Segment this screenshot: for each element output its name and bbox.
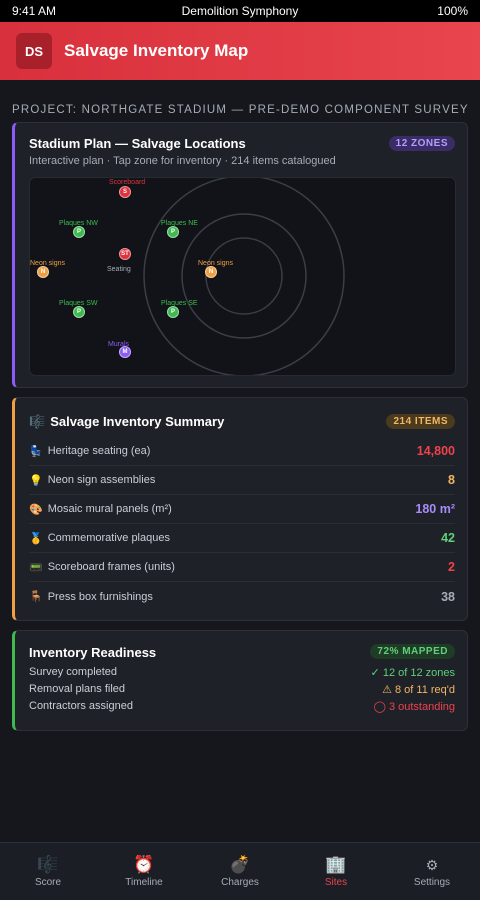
zone-label-plaques-nw: Plaques NW [59,220,98,227]
zone-marker-plaques-nw[interactable]: P [73,226,85,238]
zone-label-murals: Murals [108,341,130,348]
zone-marker-seating[interactable]: ST [119,248,131,260]
inventory-row-value: 8 [448,473,455,487]
inventory-row-label: Commemorative plaques [47,532,170,544]
palette-icon: 🎨 [29,503,43,516]
inventory-readiness-card: Inventory Readiness 72% MAPPED Survey co… [12,630,468,731]
inventory-summary-title: Salvage Inventory Summary [50,414,225,429]
stadium-map[interactable]: S Scoreboard P Plaques NW P Plaques NE S… [29,177,456,376]
zone-label-neon-west: Neon signs [30,260,66,267]
inventory-readiness-title: Inventory Readiness [29,645,157,660]
tab-charges[interactable]: 💣 Charges [192,843,288,900]
status-time: 9:41 AM [12,4,57,18]
items-badge: 214 ITEMS [386,414,455,429]
tab-settings[interactable]: ⚙ Settings [384,843,480,900]
status-app-title: Demolition Symphony [181,4,299,18]
bottom-tab-bar: 🎼 Score ⏰ Timeline 💣 Charges 🏢 Sites ⚙ S… [0,842,480,900]
inventory-row-value: 14,800 [416,444,455,458]
building-icon: 🏢 [325,854,347,874]
readiness-value: ◯ 3 outstanding [373,701,455,713]
zone-marker-neon-west[interactable]: N [37,266,49,278]
inventory-row-label: Heritage seating (ea) [47,445,151,457]
inventory-row-seating[interactable]: 💺 Heritage seating (ea) 14,800 [29,437,455,466]
app-header: DS Salvage Inventory Map [0,22,480,80]
inventory-row-label: Mosaic mural panels (m²) [47,503,172,515]
inventory-row-value: 180 m² [415,502,455,516]
seat-icon: 💺 [29,445,43,458]
tab-score[interactable]: 🎼 Score [0,843,96,900]
readiness-row-removal: Removal plans filed ⚠ 8 of 11 req'd [29,683,455,696]
zone-label-plaques-se: Plaques SE [161,300,198,307]
tab-timeline[interactable]: ⏰ Timeline [96,843,192,900]
zone-label-plaques-ne: Plaques NE [161,220,198,227]
inventory-row-value: 38 [441,589,455,604]
inventory-row-neon[interactable]: 💡 Neon sign assemblies 8 [29,466,455,495]
page-title: Salvage Inventory Map [64,41,249,60]
stadium-plan-card: Stadium Plan — Salvage Locations 12 ZONE… [12,122,468,388]
stadium-rings [143,178,345,375]
inventory-row-label: Neon sign assemblies [47,474,156,486]
pager-icon: 📟 [29,561,43,574]
inventory-row-label: Press box furnishings [47,590,153,603]
tab-label: Timeline [125,876,163,888]
medal-icon: 🥇 [29,532,43,545]
tab-label: Settings [413,876,451,888]
tab-label: Charges [221,876,259,888]
stadium-plan-subtitle: Interactive plan · Tap zone for inventor… [29,155,336,167]
readiness-value: ⚠ 8 of 11 req'd [382,684,455,696]
music-score-icon: 🎼 [29,414,46,429]
readiness-row-contractors: Contractors assigned ◯ 3 outstanding [29,700,455,713]
inventory-summary-card: 🎼 Salvage Inventory Summary 214 ITEMS 💺 H… [12,397,468,621]
inventory-row-scoreboard[interactable]: 📟 Scoreboard frames (units) 2 [29,553,455,582]
zone-label-seating: Seating [107,266,131,273]
stadium-plan-title: Stadium Plan — Salvage Locations [29,136,246,151]
readiness-row-survey: Survey completed ✓ 12 of 12 zones [29,666,455,679]
inventory-row-value: 2 [448,560,455,574]
zone-marker-plaques-sw[interactable]: P [73,306,85,318]
zone-marker-neon-east[interactable]: N [205,266,217,278]
readiness-label: Contractors assigned [29,700,133,712]
zone-label-scoreboard: Scoreboard [109,179,146,186]
zones-badge: 12 ZONES [388,136,455,151]
status-bar: 9:41 AM Demolition Symphony 100% [0,0,480,22]
inventory-row-press-box[interactable]: 🪑 Press box furnishings 38 [29,582,455,611]
inventory-row-label: Scoreboard frames (units) [47,561,175,573]
inventory-summary-header: 🎼 Salvage Inventory Summary [29,414,224,430]
readiness-label: Removal plans filed [29,683,125,695]
bomb-icon: 💣 [229,854,251,874]
lightbulb-icon: 💡 [29,474,43,487]
zone-label-plaques-sw: Plaques SW [59,300,98,307]
inventory-row-plaques[interactable]: 🥇 Commemorative plaques 42 [29,524,455,553]
inventory-row-murals[interactable]: 🎨 Mosaic mural panels (m²) 180 m² [29,495,455,524]
inventory-row-value: 42 [441,531,455,545]
alarm-clock-icon: ⏰ [133,854,155,874]
status-battery: 100% [437,4,468,18]
tab-sites[interactable]: 🏢 Sites [288,843,384,900]
tab-label: Sites [324,876,348,888]
zone-marker-plaques-se[interactable]: P [167,306,179,318]
zone-marker-scoreboard[interactable]: S [119,186,131,198]
chair-icon: 🪑 [29,591,43,603]
project-label: PROJECT: NORTHGATE STADIUM — PRE-DEMO CO… [12,104,469,116]
zone-marker-plaques-ne[interactable]: P [167,226,179,238]
readiness-label: Survey completed [29,666,118,678]
tab-label: Score [34,876,62,888]
gear-icon: ⚙ [425,856,439,873]
app-logo: DS [16,33,52,69]
readiness-value: ✓ 12 of 12 zones [370,667,455,679]
mapped-badge: 72% MAPPED [370,644,455,659]
music-score-icon: 🎼 [37,854,59,874]
zone-label-neon-east: Neon signs [198,260,234,267]
